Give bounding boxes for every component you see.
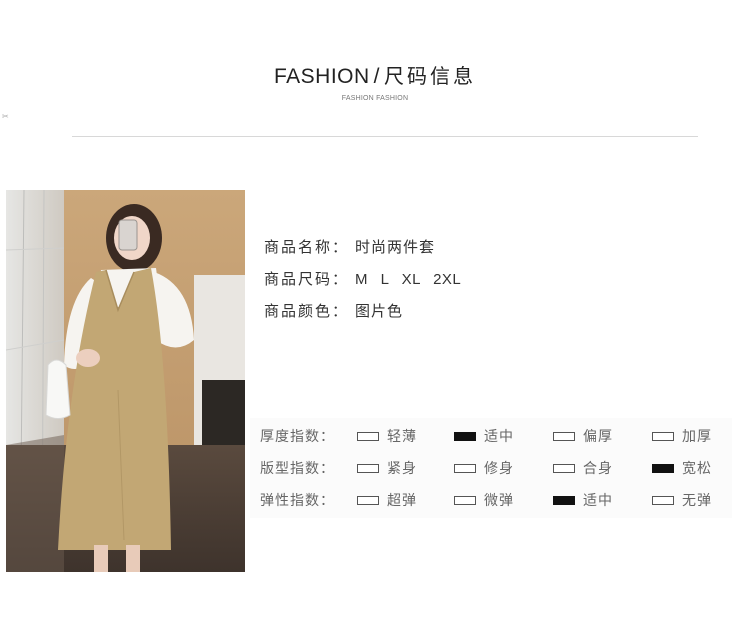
page-header: FASHION / 尺码信息 FASHION FASHION (0, 60, 750, 102)
option-box (357, 432, 379, 441)
fit-index-label: 版型指数： (260, 461, 335, 477)
option-box (652, 432, 674, 441)
product-name-row: 商品名称： 时尚两件套 (264, 236, 461, 268)
product-size-row: 商品尺码： M L XL 2XL (264, 268, 461, 300)
option-box (357, 464, 379, 473)
product-color-row: 商品颜色： 图片色 (264, 300, 461, 332)
option-box (652, 496, 674, 505)
product-info: 商品名称： 时尚两件套 商品尺码： M L XL 2XL 商品颜色： 图片色 (264, 236, 461, 332)
product-name-value: 时尚两件套 (355, 238, 436, 256)
option-box (454, 496, 476, 505)
title-separator: / (373, 65, 381, 88)
option-box (454, 464, 476, 473)
option-box-selected (553, 496, 575, 505)
product-name-label: 商品名称： (264, 238, 350, 256)
elasticity-index-label: 弹性指数： (260, 493, 335, 509)
divider (72, 136, 698, 137)
option-box (553, 464, 575, 473)
option-box (553, 432, 575, 441)
option-box-selected (454, 432, 476, 441)
page-subtitle: FASHION FASHION (341, 95, 409, 102)
title-en: FASHION (273, 65, 370, 88)
title-cn: 尺码信息 (384, 64, 477, 88)
product-color-value: 图片色 (355, 302, 404, 320)
product-size-value: M L XL 2XL (355, 271, 462, 288)
page-title: FASHION / 尺码信息 (0, 60, 750, 89)
option-box (357, 496, 379, 505)
thickness-index-label: 厚度指数： (260, 429, 335, 445)
product-photo (6, 190, 245, 572)
product-color-label: 商品颜色： (264, 302, 350, 320)
product-size-label: 商品尺码： (264, 270, 350, 288)
scissors-icon: ✂ (2, 112, 9, 121)
option-box-selected (652, 464, 674, 473)
